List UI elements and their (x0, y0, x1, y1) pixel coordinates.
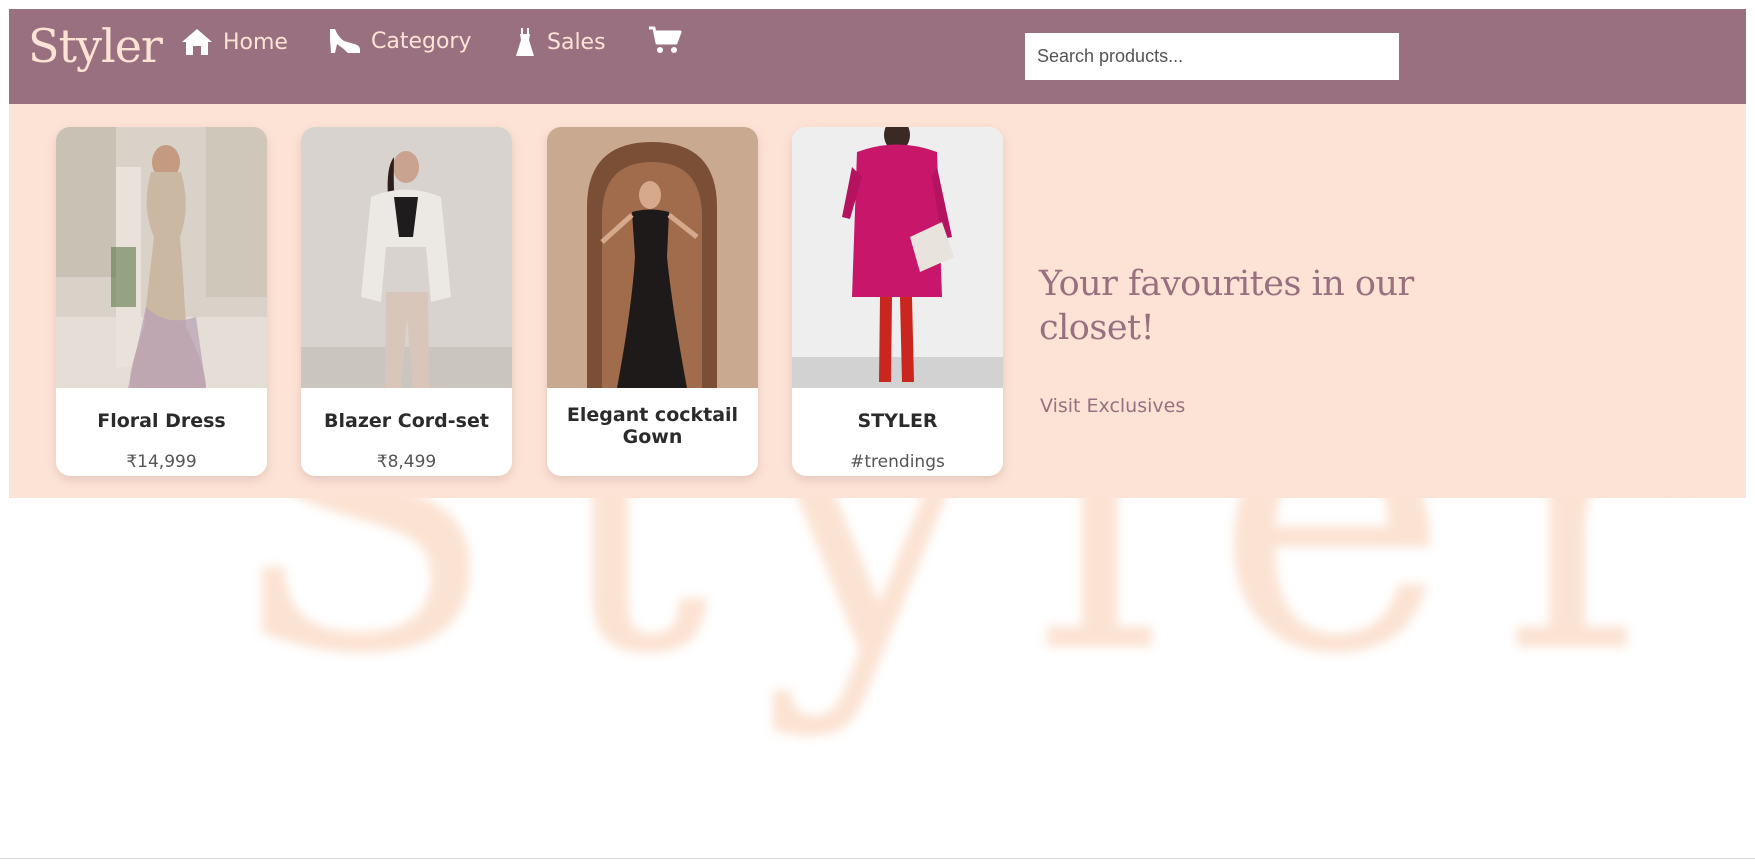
page-divider (0, 858, 1755, 859)
hero-section: Floral Dress ₹14,999 Blazer Cord-set ₹8,… (9, 104, 1746, 498)
cart-icon (648, 26, 682, 54)
product-name: Floral Dress (97, 410, 226, 432)
nav-category-link[interactable]: Category (328, 27, 472, 55)
cart-button[interactable] (648, 26, 682, 54)
home-icon (181, 27, 213, 57)
product-image-elegant-cocktail-gown (547, 127, 758, 388)
top-navbar: Styler Home Category Sales (9, 9, 1746, 104)
product-card-elegant-cocktail-gown[interactable]: Elegant cocktail Gown (547, 127, 758, 476)
product-card-floral-dress[interactable]: Floral Dress ₹14,999 (56, 127, 267, 476)
product-card-styler[interactable]: STYLER #trendings (792, 127, 1003, 476)
product-image-styler (792, 127, 1003, 388)
product-name: Blazer Cord-set (324, 410, 489, 432)
product-name: STYLER (857, 410, 938, 432)
product-price: ₹8,499 (376, 452, 437, 472)
search-input[interactable] (1025, 33, 1399, 80)
nav-category-label: Category (371, 28, 472, 54)
product-price: ₹14,999 (126, 452, 197, 472)
product-hashtag: #trendings (850, 452, 945, 472)
visit-exclusives-link[interactable]: Visit Exclusives (1040, 395, 1185, 417)
nav-sales-label: Sales (547, 29, 606, 55)
hero-tagline: Your favourites in our closet! (1039, 264, 1414, 348)
nav-home-link[interactable]: Home (181, 27, 288, 57)
product-image-blazer-cord-set (301, 127, 512, 388)
product-name: Elegant cocktail Gown (566, 404, 739, 448)
brand-logo[interactable]: Styler (28, 19, 163, 73)
nav-sales-link[interactable]: Sales (513, 27, 606, 57)
product-card-blazer-cord-set[interactable]: Blazer Cord-set ₹8,499 (301, 127, 512, 476)
dress-icon (513, 27, 537, 57)
heel-shoe-icon (328, 27, 361, 55)
nav-home-label: Home (223, 29, 288, 55)
product-image-floral-dress (56, 127, 267, 388)
